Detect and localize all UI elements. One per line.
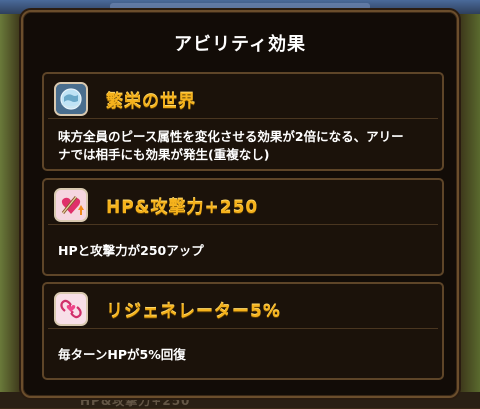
background-right-edge: [458, 14, 480, 392]
ability-name: リジェネレーター5%: [106, 302, 281, 322]
description-line: ナでは相手にも効果が発生(重複なし): [58, 147, 270, 162]
ability-description: 毎ターンHPが5%回復: [58, 346, 430, 364]
ability-effects-modal[interactable]: アビリティ効果 繁栄の世界 味方全員のピース属性を変化させる効果が2倍になる、ア…: [21, 10, 459, 398]
ability-card-header: リジェネレーター5%: [48, 288, 438, 329]
sword-heart-icon: [54, 188, 88, 222]
description-line: 味方全員のピース属性を変化させる効果が2倍になる、アリー: [58, 129, 404, 144]
globe-icon: [54, 82, 88, 116]
description-line: HPと攻撃力が250アップ: [58, 243, 204, 258]
ability-card-1: 繁栄の世界 味方全員のピース属性を変化させる効果が2倍になる、アリー ナでは相手…: [42, 72, 444, 171]
background-left-edge: [0, 14, 22, 392]
hp-bar-background: [110, 3, 370, 10]
description-line: 毎ターンHPが5%回復: [58, 347, 186, 362]
ability-card-header: HP&攻撃力+250: [48, 184, 438, 225]
ability-description: 味方全員のピース属性を変化させる効果が2倍になる、アリー ナでは相手にも効果が発…: [58, 128, 430, 164]
regenerate-heart-icon: [54, 292, 88, 326]
ability-card-2: HP&攻撃力+250 HPと攻撃力が250アップ: [42, 178, 444, 276]
ability-name: HP&攻撃力+250: [106, 198, 259, 218]
ability-card-header: 繁栄の世界: [48, 78, 438, 119]
modal-title: アビリティ効果: [174, 34, 306, 55]
ability-card-3: リジェネレーター5% 毎ターンHPが5%回復: [42, 282, 444, 380]
ability-name: 繁栄の世界: [106, 92, 196, 112]
ability-description: HPと攻撃力が250アップ: [58, 242, 430, 260]
